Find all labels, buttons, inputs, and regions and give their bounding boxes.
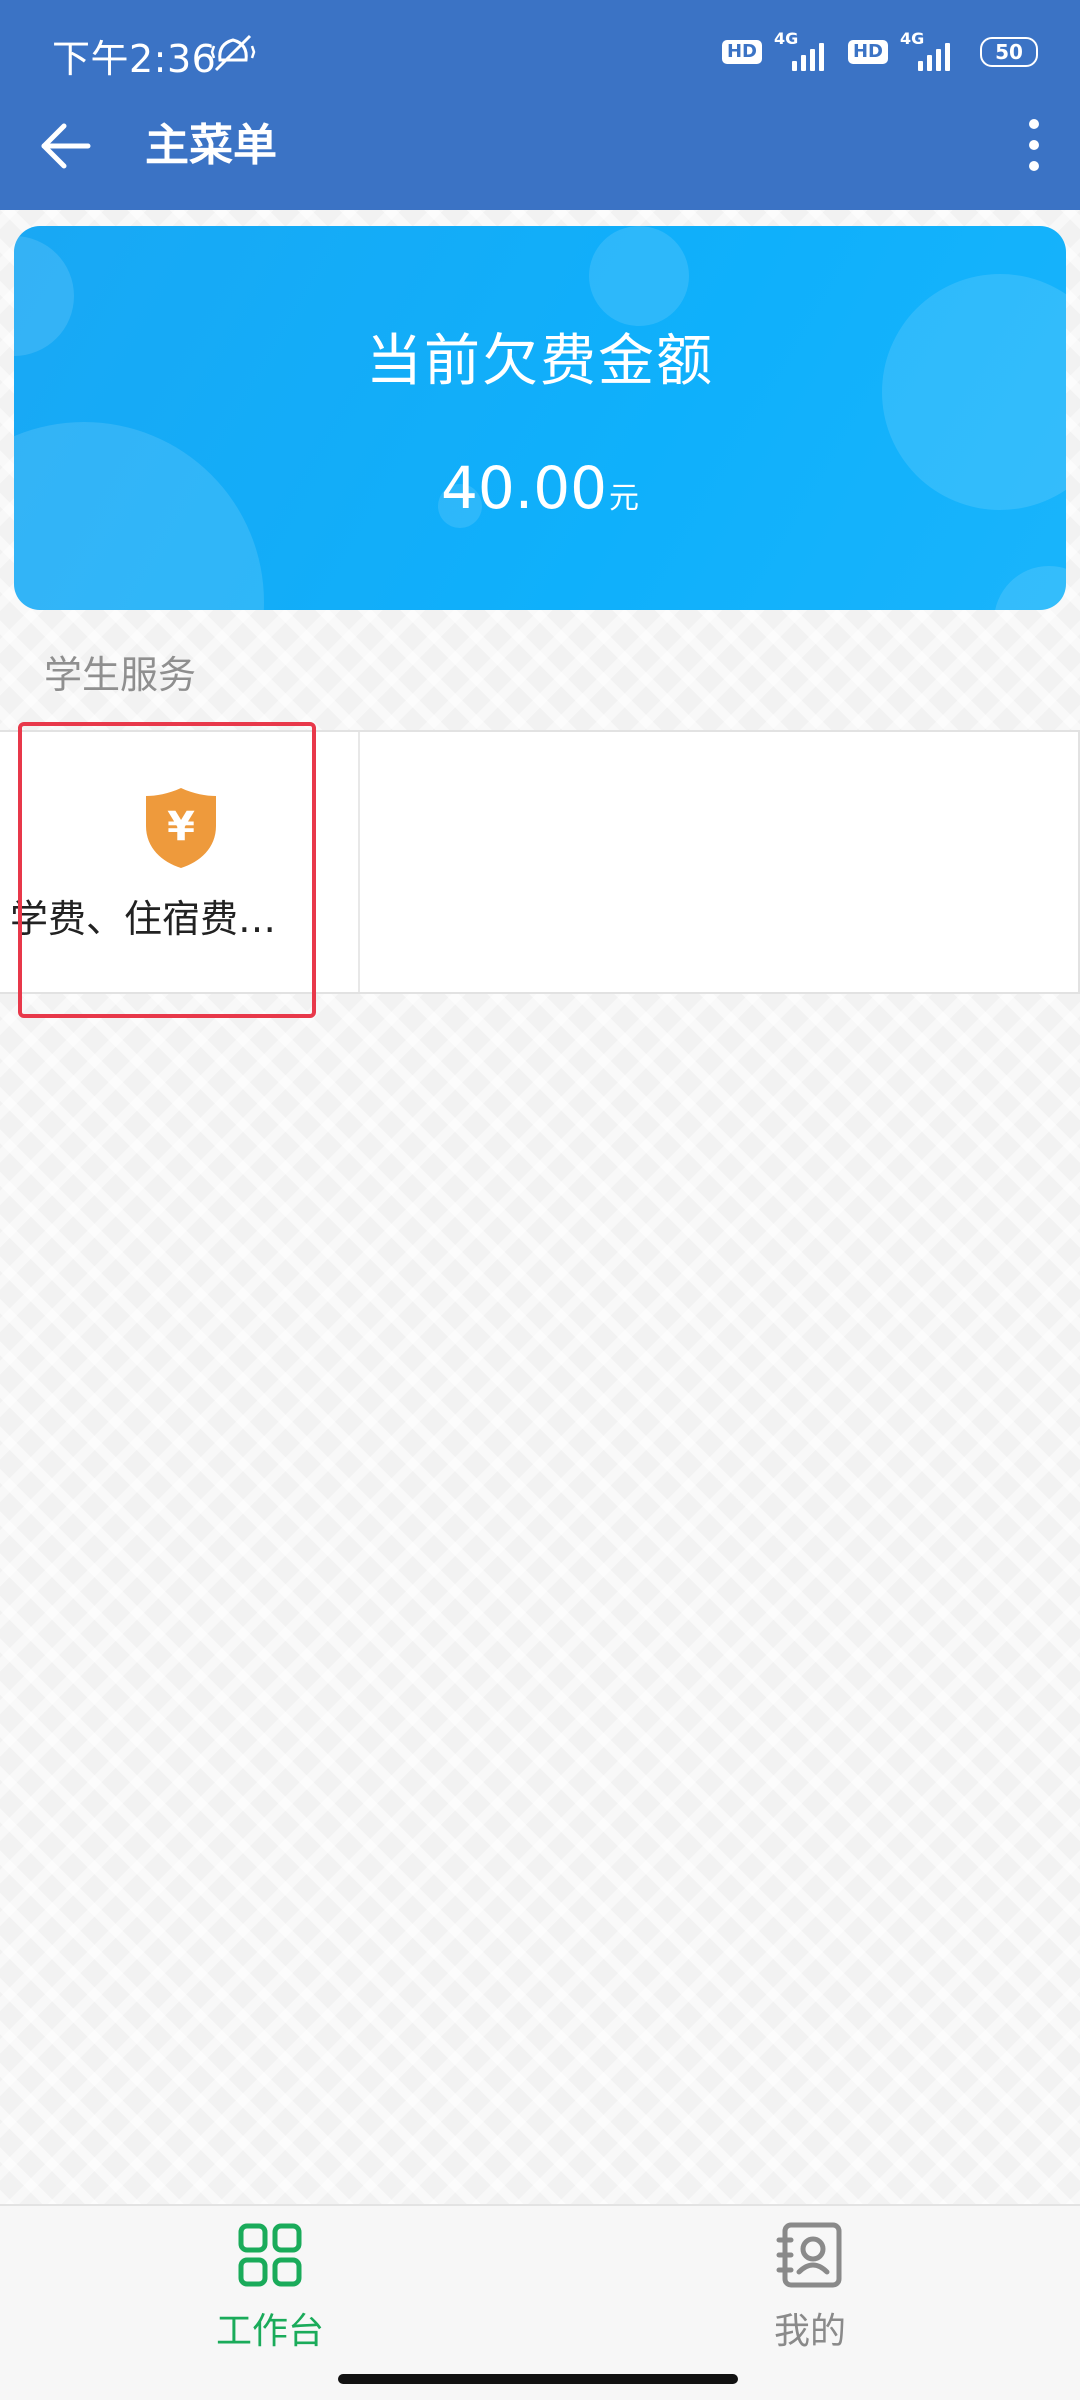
service-label: 学费、住宿费… xyxy=(10,897,277,941)
service-grid: ¥ 学费、住宿费… xyxy=(0,730,1080,994)
service-tuition-accommodation[interactable]: ¥ 学费、住宿费… xyxy=(0,732,360,992)
signal-icon-2: 4G xyxy=(898,29,964,75)
status-time: 下午2:36 xyxy=(52,37,217,81)
hd-badge: HD xyxy=(721,40,762,64)
signal-icon: 4G xyxy=(772,29,838,75)
more-options-icon[interactable] xyxy=(1016,110,1052,180)
nav-workbench[interactable]: 工作台 xyxy=(120,2220,420,2370)
arrears-title: 当前欠费金额 xyxy=(366,329,714,394)
hd-badge-2: HD xyxy=(847,40,888,64)
top-bar: 下午2:36 HD 4G HD 4G 50 主菜单 xyxy=(0,0,1080,210)
page-title: 主菜单 xyxy=(145,120,277,171)
bottom-nav: 工作台 我的 xyxy=(0,2204,1080,2400)
section-title: 学生服务 xyxy=(44,653,197,697)
svg-text:¥: ¥ xyxy=(167,804,195,850)
decor-bubble xyxy=(994,566,1066,610)
arrears-amount-line: 40.00元 xyxy=(14,454,1066,522)
yuan-shield-icon: ¥ xyxy=(146,788,216,868)
amount-unit: 元 xyxy=(609,481,640,516)
grid-icon xyxy=(238,2223,302,2287)
battery-icon: 50 xyxy=(980,37,1038,67)
decor-bubble xyxy=(589,226,689,326)
nav-label-mine: 我的 xyxy=(773,2311,846,2352)
arrears-amount: 40.00 xyxy=(440,454,608,522)
home-indicator[interactable] xyxy=(338,2374,738,2384)
arrears-card: 当前欠费金额 40.00元 xyxy=(14,226,1066,610)
nav-mine[interactable]: 我的 xyxy=(660,2220,960,2370)
vibrate-mute-icon xyxy=(210,34,256,72)
profile-icon xyxy=(776,2222,842,2288)
nav-label-workbench: 工作台 xyxy=(215,2311,324,2352)
status-icons: HD 4G HD 4G 50 xyxy=(721,26,1038,78)
back-arrow-icon[interactable] xyxy=(36,116,96,176)
